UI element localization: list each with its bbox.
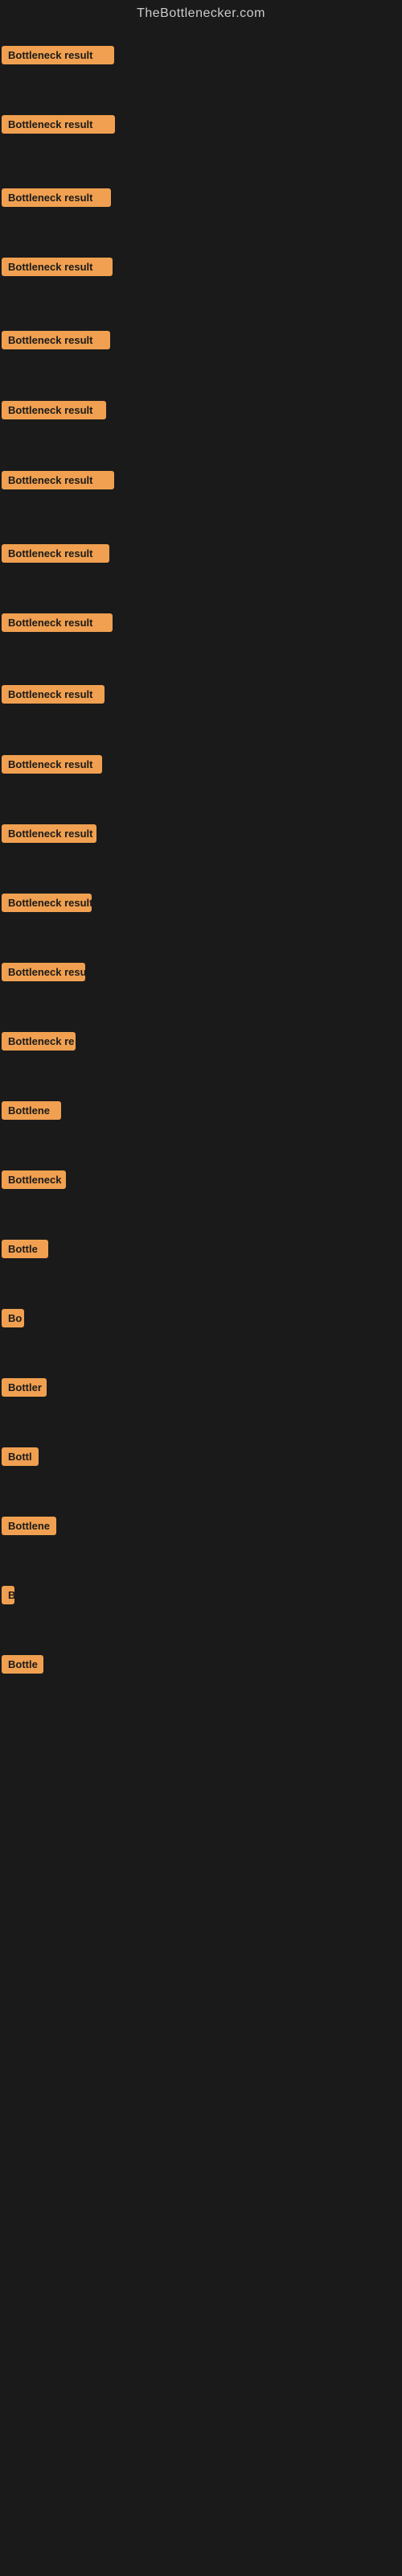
bottleneck-badge[interactable]: Bottlene bbox=[2, 1101, 61, 1120]
bottleneck-badge[interactable]: Bottleneck result bbox=[2, 685, 105, 704]
result-row: Bottleneck result bbox=[2, 471, 114, 493]
page-container: TheBottlenecker.com Bottleneck result Bot… bbox=[0, 0, 402, 2576]
bottleneck-badge[interactable]: Bottl bbox=[2, 1447, 39, 1466]
bottleneck-badge[interactable]: Bottle bbox=[2, 1655, 43, 1674]
result-row: Bottleneck result bbox=[2, 46, 114, 68]
bottleneck-badge[interactable]: Bottleneck result bbox=[2, 188, 111, 207]
result-row: Bottleneck result bbox=[2, 188, 111, 211]
result-row: Bottleneck bbox=[2, 1170, 66, 1193]
result-row: Bo bbox=[2, 1309, 24, 1331]
bottleneck-badge[interactable]: Bottler bbox=[2, 1378, 47, 1397]
result-row: Bottleneck result bbox=[2, 613, 113, 636]
bottleneck-badge[interactable]: Bottleneck result bbox=[2, 894, 92, 912]
bottleneck-badge[interactable]: Bottleneck bbox=[2, 1170, 66, 1189]
result-row: Bottle bbox=[2, 1240, 48, 1262]
bottleneck-badge[interactable]: Bottleneck result bbox=[2, 544, 109, 563]
result-row: Bottleneck result bbox=[2, 685, 105, 708]
bottleneck-badge[interactable]: Bo bbox=[2, 1309, 24, 1327]
result-row: Bottleneck result bbox=[2, 258, 113, 280]
result-row: Bottleneck result bbox=[2, 401, 106, 423]
result-row: Bottleneck result bbox=[2, 963, 85, 985]
bottleneck-badge[interactable]: Bottleneck result bbox=[2, 613, 113, 632]
bottleneck-badge[interactable]: B bbox=[2, 1586, 14, 1604]
result-row: Bottle bbox=[2, 1655, 43, 1678]
bottleneck-badge[interactable]: Bottleneck result bbox=[2, 963, 85, 981]
result-row: Bottleneck result bbox=[2, 544, 109, 567]
result-row: Bottleneck result bbox=[2, 894, 92, 916]
bottleneck-badge[interactable]: Bottleneck result bbox=[2, 331, 110, 349]
result-row: Bottlene bbox=[2, 1101, 61, 1124]
bottleneck-badge[interactable]: Bottleneck result bbox=[2, 755, 102, 774]
bottleneck-badge[interactable]: Bottleneck result bbox=[2, 115, 115, 134]
result-row: Bottl bbox=[2, 1447, 39, 1470]
result-row: B bbox=[2, 1586, 14, 1608]
bottleneck-badge[interactable]: Bottleneck result bbox=[2, 258, 113, 276]
result-row: Bottler bbox=[2, 1378, 47, 1401]
bottleneck-badge[interactable]: Bottleneck result bbox=[2, 471, 114, 489]
result-row: Bottlene bbox=[2, 1517, 56, 1539]
bottleneck-badge[interactable]: Bottle bbox=[2, 1240, 48, 1258]
bottleneck-badge[interactable]: Bottlene bbox=[2, 1517, 56, 1535]
result-row: Bottleneck result bbox=[2, 115, 115, 138]
result-row: Bottleneck result bbox=[2, 824, 96, 847]
bottleneck-badge[interactable]: Bottleneck result bbox=[2, 401, 106, 419]
result-row: Bottleneck re bbox=[2, 1032, 76, 1055]
bottleneck-badge[interactable]: Bottleneck re bbox=[2, 1032, 76, 1051]
result-row: Bottleneck result bbox=[2, 331, 110, 353]
bottleneck-badge[interactable]: Bottleneck result bbox=[2, 46, 114, 64]
site-title: TheBottlenecker.com bbox=[0, 0, 402, 24]
bottleneck-badge[interactable]: Bottleneck result bbox=[2, 824, 96, 843]
result-row: Bottleneck result bbox=[2, 755, 102, 778]
